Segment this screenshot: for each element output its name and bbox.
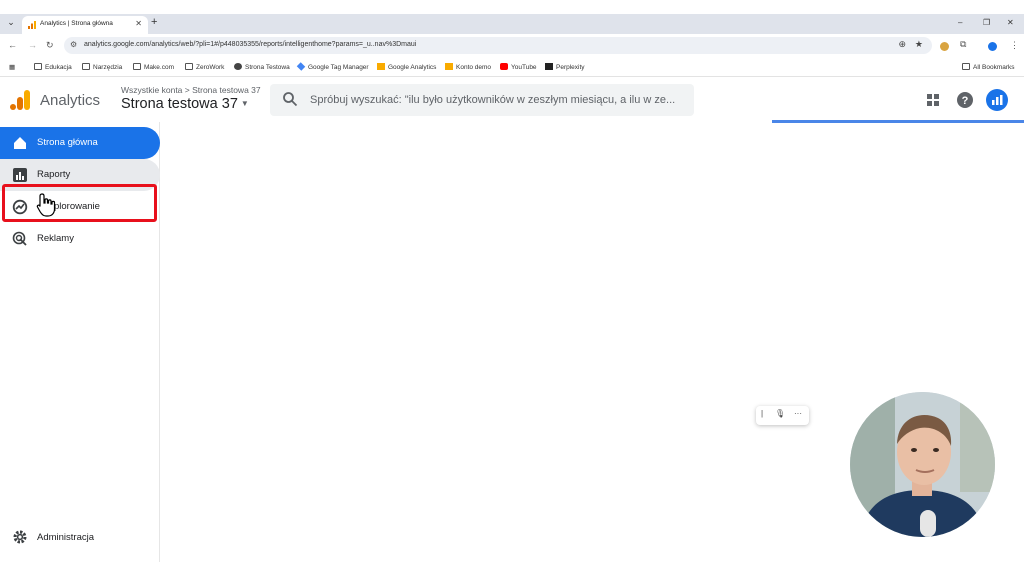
zoom-icon[interactable]: ⊕ — [898, 39, 906, 50]
browser-tab[interactable]: Analytics | Strona główna ✕ — [22, 16, 148, 34]
address-bar-row: ← → ↻ ⚙ analytics.google.com/analytics/w… — [0, 34, 1024, 58]
perplexity-icon — [545, 63, 553, 70]
back-icon[interactable]: ← — [8, 40, 17, 50]
all-bookmarks[interactable]: All Bookmarks — [962, 63, 1015, 71]
webcam-overlay — [850, 392, 995, 537]
account-avatar-icon[interactable] — [986, 89, 1008, 111]
bookmark-konto-demo[interactable]: Konto demo — [445, 63, 491, 71]
url-text: analytics.google.com/analytics/web/?pli=… — [84, 41, 417, 48]
browser-tab-bar: ⌄ Analytics | Strona główna ✕ + – ❐ ✕ — [0, 14, 1024, 34]
bookmark-star-icon[interactable]: ★ — [915, 39, 923, 50]
folder-icon — [133, 63, 141, 70]
analytics-icon — [377, 63, 385, 70]
reload-icon[interactable]: ↻ — [46, 40, 54, 51]
floating-recorder-toolbar: | 🎙 ··· — [756, 406, 809, 425]
tab-title: Analytics | Strona główna — [40, 20, 113, 27]
analytics-logo-icon — [10, 90, 30, 110]
sidebar-item-advertising[interactable]: Reklamy — [0, 223, 160, 255]
sidebar-item-admin[interactable]: Administracja — [0, 525, 160, 549]
bookmarks-bar: ▦ Edukacja Narzędzia Make.com ZeroWork S… — [0, 58, 1024, 77]
presenter-image — [850, 392, 995, 537]
caret-down-icon: ▼ — [240, 99, 249, 108]
microphone-icon[interactable]: 🎙 — [775, 409, 785, 418]
breadcrumb[interactable]: Wszystkie konta > Strona testowa 37 — [121, 85, 261, 95]
home-icon — [14, 137, 26, 149]
browser-menu-icon[interactable]: ⋮ — [1010, 40, 1019, 51]
app-name: Analytics — [40, 92, 101, 109]
property-selector[interactable]: Strona testowa 37 ▼ — [121, 96, 249, 112]
youtube-icon — [500, 63, 508, 70]
drag-handle-icon[interactable]: | — [761, 409, 763, 418]
sidebar-item-label: Raporty — [37, 169, 71, 180]
search-input[interactable]: Spróbuj wyszukać: "ilu było użytkowników… — [270, 84, 694, 116]
sidebar-item-home[interactable]: Strona główna — [0, 127, 160, 159]
restore-icon[interactable]: ❐ — [983, 18, 990, 27]
bookmark-google-analytics[interactable]: Google Analytics — [377, 63, 436, 71]
analytics-icon — [445, 63, 453, 70]
window-close-icon[interactable]: ✕ — [1007, 18, 1014, 27]
folder-icon — [185, 63, 193, 70]
gtm-icon — [296, 62, 306, 71]
bookmark-strona-testowa[interactable]: Strona Testowa — [234, 63, 290, 71]
hand-cursor-icon — [36, 193, 56, 217]
svg-text:?: ? — [962, 95, 969, 107]
help-icon[interactable]: ? — [955, 90, 975, 110]
bookmark-gtm[interactable]: Google Tag Manager — [296, 62, 369, 71]
extensions-puzzle-icon[interactable]: ⧉ — [960, 39, 966, 50]
more-options-icon[interactable]: ··· — [794, 409, 802, 418]
apps-grid-icon[interactable] — [923, 90, 943, 110]
property-name: Strona testowa 37 — [121, 96, 238, 112]
bookmark-perplexity[interactable]: Perplexity — [545, 63, 585, 71]
folder-icon — [82, 63, 90, 70]
bookmark-youtube[interactable]: YouTube — [500, 63, 537, 71]
analytics-header: Analytics Wszystkie konta > Strona testo… — [0, 78, 1024, 122]
minimize-icon[interactable]: – — [958, 18, 962, 27]
globe-icon — [234, 63, 242, 70]
highlight-annotation — [2, 184, 157, 222]
site-info-icon[interactable]: ⚙ — [70, 40, 77, 49]
analytics-favicon-icon — [28, 21, 36, 29]
bookmark-make[interactable]: Make.com — [133, 63, 174, 71]
bookmark-edukacja[interactable]: Edukacja — [34, 63, 72, 71]
apps-grid-icon[interactable]: ▦ — [9, 63, 15, 71]
profile-avatar[interactable] — [988, 42, 997, 51]
extension-icon[interactable] — [940, 42, 949, 51]
search-placeholder: Spróbuj wyszukać: "ilu było użytkowników… — [310, 94, 676, 106]
admin-label: Administracja — [37, 532, 95, 543]
bookmark-zerowork[interactable]: ZeroWork — [185, 63, 224, 71]
loading-bar — [772, 120, 1024, 123]
folder-icon — [962, 63, 970, 70]
sidebar-item-label: Reklamy — [37, 233, 74, 244]
sidebar-item-label: Strona główna — [37, 137, 98, 148]
forward-icon[interactable]: → — [28, 40, 37, 50]
folder-icon — [34, 63, 42, 70]
bar-chart-icon — [13, 168, 27, 182]
new-tab-icon[interactable]: + — [151, 16, 157, 28]
tab-close-icon[interactable]: ✕ — [135, 19, 142, 28]
advertising-icon — [12, 231, 27, 246]
bookmark-narzedzia[interactable]: Narzędzia — [82, 63, 122, 71]
search-icon — [283, 92, 298, 107]
url-field[interactable]: ⚙ analytics.google.com/analytics/web/?pl… — [64, 37, 932, 54]
tab-search-icon[interactable]: ⌄ — [5, 17, 17, 31]
gear-icon — [13, 530, 27, 544]
